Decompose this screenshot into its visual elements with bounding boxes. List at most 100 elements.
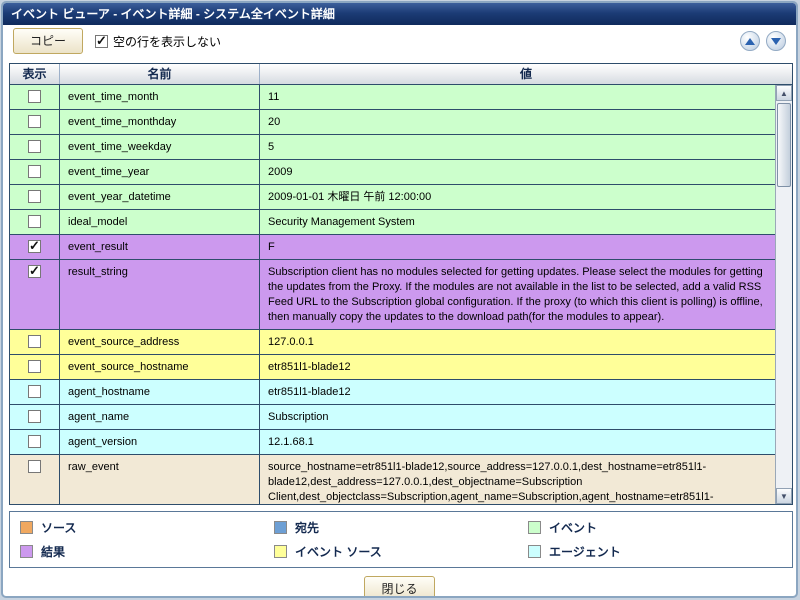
- row-show-cell: [10, 455, 60, 504]
- row-value: 11: [260, 85, 775, 109]
- table-row: event_time_year2009: [10, 160, 775, 185]
- row-value: 2009-01-01 木曜日 午前 12:00:00: [260, 185, 775, 209]
- row-value: Security Management System: [260, 210, 775, 234]
- scrollbar[interactable]: ▲ ▼: [775, 85, 792, 504]
- row-show-checkbox[interactable]: [28, 360, 41, 373]
- table-row: event_source_address127.0.0.1: [10, 330, 775, 355]
- event-nav-buttons: [740, 31, 786, 51]
- row-name: result_string: [60, 260, 260, 329]
- legend-color-swatch: [274, 521, 287, 534]
- row-show-cell: [10, 330, 60, 354]
- next-event-button[interactable]: [766, 31, 786, 51]
- toolbar: コピー 空の行を表示しない: [3, 25, 796, 57]
- hide-empty-checkbox[interactable]: [95, 35, 108, 48]
- row-value: etr851l1-blade12: [260, 355, 775, 379]
- hide-empty-label: 空の行を表示しない: [113, 33, 221, 50]
- row-show-cell: [10, 135, 60, 159]
- legend-color-swatch: [528, 521, 541, 534]
- row-value: F: [260, 235, 775, 259]
- legend-color-swatch: [274, 545, 287, 558]
- row-show-checkbox[interactable]: [28, 240, 41, 253]
- row-show-checkbox[interactable]: [28, 115, 41, 128]
- row-show-checkbox[interactable]: [28, 215, 41, 228]
- table-row: event_source_hostnameetr851l1-blade12: [10, 355, 775, 380]
- row-name: event_year_datetime: [60, 185, 260, 209]
- legend-color-swatch: [20, 545, 33, 558]
- legend-color-swatch: [20, 521, 33, 534]
- row-value: Subscription client has no modules selec…: [260, 260, 775, 329]
- row-show-cell: [10, 405, 60, 429]
- legend-label: 宛先: [295, 519, 319, 536]
- table-header: 表示 名前 値: [10, 64, 792, 85]
- legend-item: イベント ソース: [274, 543, 528, 560]
- table-row: result_stringSubscription client has no …: [10, 260, 775, 330]
- legend-item: イベント: [528, 519, 782, 536]
- row-name: agent_version: [60, 430, 260, 454]
- row-show-checkbox[interactable]: [28, 335, 41, 348]
- header-name: 名前: [60, 64, 260, 84]
- row-show-checkbox[interactable]: [28, 190, 41, 203]
- row-show-checkbox[interactable]: [28, 410, 41, 423]
- legend-item: ソース: [20, 519, 274, 536]
- close-button[interactable]: 閉じる: [364, 576, 434, 598]
- legend-color-swatch: [528, 545, 541, 558]
- row-show-cell: [10, 380, 60, 404]
- legend-label: イベント: [549, 519, 597, 536]
- table-row: event_time_monthday20: [10, 110, 775, 135]
- row-value: 127.0.0.1: [260, 330, 775, 354]
- row-show-cell: [10, 430, 60, 454]
- table-row: event_year_datetime2009-01-01 木曜日 午前 12:…: [10, 185, 775, 210]
- row-show-cell: [10, 160, 60, 184]
- previous-event-button[interactable]: [740, 31, 760, 51]
- row-name: event_time_monthday: [60, 110, 260, 134]
- row-value: Subscription: [260, 405, 775, 429]
- table-row: raw_eventsource_hostname=etr851l1-blade1…: [10, 455, 775, 504]
- row-value: 12.1.68.1: [260, 430, 775, 454]
- event-details-window: イベント ビューア - イベント詳細 - システム全イベント詳細 コピー 空の行…: [1, 1, 798, 598]
- header-value: 値: [260, 64, 792, 84]
- table-row: agent_version12.1.68.1: [10, 430, 775, 455]
- row-show-checkbox[interactable]: [28, 140, 41, 153]
- table-row: event_time_month11: [10, 85, 775, 110]
- scrollbar-down-button[interactable]: ▼: [776, 488, 792, 504]
- event-details-table: 表示 名前 値 event_time_month11event_time_mon…: [9, 63, 793, 505]
- legend-item: 結果: [20, 543, 274, 560]
- row-show-cell: [10, 355, 60, 379]
- content-area: 表示 名前 値 event_time_month11event_time_mon…: [3, 57, 796, 598]
- window-title: イベント ビューア - イベント詳細 - システム全イベント詳細: [11, 7, 335, 21]
- row-value: 2009: [260, 160, 775, 184]
- row-value: 5: [260, 135, 775, 159]
- title-bar: イベント ビューア - イベント詳細 - システム全イベント詳細: [3, 3, 796, 25]
- legend-label: エージェント: [549, 543, 621, 560]
- row-name: raw_event: [60, 455, 260, 504]
- row-name: agent_name: [60, 405, 260, 429]
- row-show-cell: [10, 185, 60, 209]
- copy-button[interactable]: コピー: [13, 28, 83, 54]
- row-name: ideal_model: [60, 210, 260, 234]
- row-name: event_source_address: [60, 330, 260, 354]
- row-show-checkbox[interactable]: [28, 460, 41, 473]
- legend-item: エージェント: [528, 543, 782, 560]
- row-show-checkbox[interactable]: [28, 90, 41, 103]
- table-body-rows: event_time_month11event_time_monthday20e…: [10, 85, 792, 504]
- table-row: ideal_modelSecurity Management System: [10, 210, 775, 235]
- row-value: etr851l1-blade12: [260, 380, 775, 404]
- row-show-checkbox[interactable]: [28, 435, 41, 448]
- row-name: event_time_year: [60, 160, 260, 184]
- row-value: source_hostname=etr851l1-blade12,source_…: [260, 455, 775, 504]
- row-show-checkbox[interactable]: [28, 165, 41, 178]
- row-show-cell: [10, 260, 60, 329]
- row-show-cell: [10, 110, 60, 134]
- row-value: 20: [260, 110, 775, 134]
- table-row: agent_nameSubscription: [10, 405, 775, 430]
- row-show-checkbox[interactable]: [28, 265, 41, 278]
- table-row: event_time_weekday5: [10, 135, 775, 160]
- row-show-checkbox[interactable]: [28, 385, 41, 398]
- row-show-cell: [10, 210, 60, 234]
- hide-empty-rows-option: 空の行を表示しない: [95, 33, 221, 50]
- scrollbar-up-button[interactable]: ▲: [776, 85, 792, 101]
- footer: 閉じる: [9, 576, 790, 598]
- scrollbar-thumb[interactable]: [777, 103, 791, 187]
- table-row: agent_hostnameetr851l1-blade12: [10, 380, 775, 405]
- down-arrow-icon: [771, 38, 781, 45]
